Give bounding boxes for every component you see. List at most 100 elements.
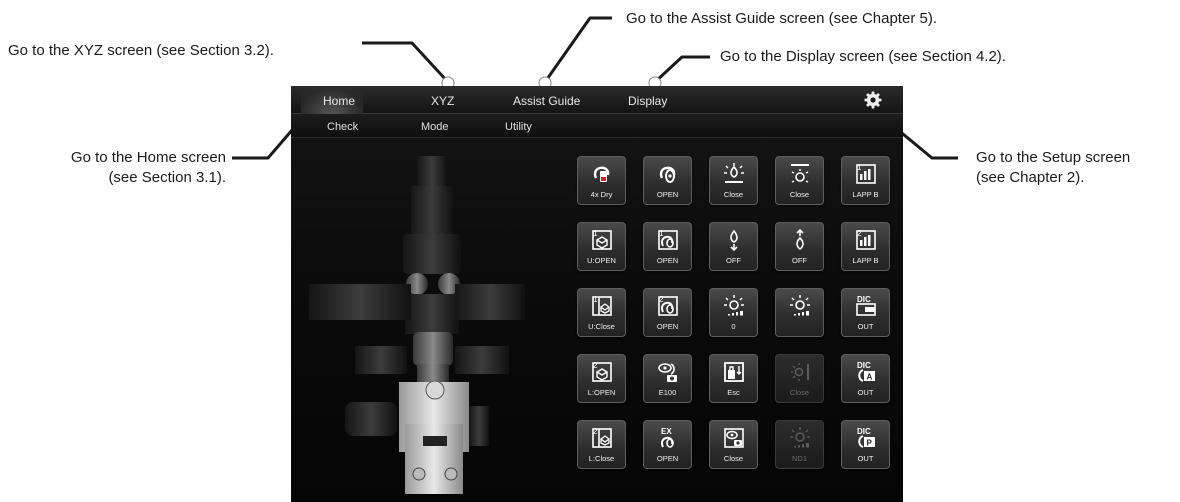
lapp-port-2-icon: 2 <box>856 229 876 250</box>
cube-upper-close-label: U:Close <box>588 322 615 331</box>
focus-down-label: OFF <box>726 256 741 265</box>
camera-port-button[interactable]: E100 <box>643 354 692 403</box>
subtab-mode[interactable]: Mode <box>421 114 449 138</box>
svg-text:DIC: DIC <box>857 295 871 304</box>
epi-shutter-icon <box>791 363 809 381</box>
lamp-shutter-button-1[interactable]: Close <box>709 156 758 205</box>
objective-dry-icon <box>593 166 610 182</box>
shutter-2-icon: 2 <box>658 295 678 316</box>
callout-setup-line2: (see Chapter 2). <box>976 169 1085 186</box>
nd-filter-button-1[interactable]: 0 <box>709 288 758 337</box>
dic-slider-icon: DIC <box>856 295 876 316</box>
lamp-shutter-icon <box>791 164 809 183</box>
camera-port-icon <box>658 363 677 382</box>
svg-text:DIC: DIC <box>857 427 871 436</box>
dic-analyzer-icon: DIC A <box>857 361 875 382</box>
cube-lower-open-button[interactable]: 2 L:OPEN <box>577 354 626 403</box>
cube-lower-close-button[interactable]: 2 L:Close <box>577 420 626 469</box>
objective-button[interactable]: 4x Dry <box>577 156 626 205</box>
cube-lower-close-label: L:Close <box>588 454 615 463</box>
dic-slider-button[interactable]: DIC OUT <box>841 288 890 337</box>
focus-down-icon <box>730 229 738 252</box>
ex-shutter-label: OPEN <box>656 454 679 463</box>
cube-close-2-icon: 2 <box>592 427 612 448</box>
nd-filter-label-1: 0 <box>731 322 736 331</box>
escape-label: Esc <box>727 388 740 397</box>
subtab-check[interactable]: Check <box>327 114 358 138</box>
dic-polarizer-icon: DIC P <box>857 427 875 448</box>
lapp-port-button-1[interactable]: 1 LAPP B <box>841 156 890 205</box>
gear-icon[interactable] <box>863 90 883 110</box>
nd-lamp-button[interactable]: ND1 <box>775 420 824 469</box>
lamp-shutter-label-2: Close <box>789 190 810 199</box>
device-screen: Home XYZ Assist Guide Display Check Mode… <box>291 86 903 502</box>
cube-close-1-icon: 1 <box>592 295 612 316</box>
dic-polarizer-label: OUT <box>857 454 874 463</box>
epi-shutter-label: Close <box>789 388 810 397</box>
cube-1-icon: 1 <box>592 229 612 250</box>
nd-lamp-icon <box>790 427 810 448</box>
lapp-port-label-2: LAPP B <box>852 256 879 265</box>
shutter-1-label: OPEN <box>656 256 679 265</box>
callout-xyz: Go to the XYZ screen (see Section 3.2). <box>8 42 274 59</box>
focus-up-button[interactable]: OFF <box>775 222 824 271</box>
lapp-port-1-icon: 1 <box>856 163 876 184</box>
tab-assist-guide[interactable]: Assist Guide <box>513 86 580 114</box>
shutter-1-button[interactable]: 1 OPEN <box>643 222 692 271</box>
tab-xyz[interactable]: XYZ <box>431 86 454 114</box>
nd-filter-button-2[interactable] <box>775 288 824 337</box>
dic-analyzer-label: OUT <box>857 388 874 397</box>
nd-filter-icon <box>790 295 810 316</box>
epi-shutter-button[interactable]: Close <box>775 354 824 403</box>
nd-filter-icon <box>724 295 744 316</box>
focus-down-button[interactable]: OFF <box>709 222 758 271</box>
shutter-1-icon: 1 <box>658 229 678 250</box>
dic-analyzer-button[interactable]: DIC A OUT <box>841 354 890 403</box>
ex-shutter-button[interactable]: EX OPEN <box>643 420 692 469</box>
tab-home[interactable]: Home <box>301 86 363 114</box>
svg-text:EX: EX <box>661 427 672 436</box>
dic-slider-label: OUT <box>857 322 874 331</box>
callout-display: Go to the Display screen (see Section 4.… <box>720 48 1006 65</box>
svg-text:P: P <box>867 439 873 448</box>
lapp-port-button-2[interactable]: 2 LAPP B <box>841 222 890 271</box>
callout-assist-guide: Go to the Assist Guide screen (see Chapt… <box>626 10 937 27</box>
ex-shutter-icon: EX <box>661 427 674 448</box>
shutter-label: OPEN <box>656 190 679 199</box>
lapp-port-label-1: LAPP B <box>852 190 879 199</box>
escape-icon <box>724 362 744 382</box>
cube-upper-open-button[interactable]: 1 U:OPEN <box>577 222 626 271</box>
callout-setup-line1: Go to the Setup screen <box>976 149 1131 166</box>
dic-polarizer-button[interactable]: DIC P OUT <box>841 420 890 469</box>
callout-home: Go to the Home screen (see Section 3.1). <box>20 148 226 188</box>
shutter-2-label: OPEN <box>656 322 679 331</box>
camera-close-button[interactable]: Close <box>709 420 758 469</box>
microscope-illustration <box>309 156 525 494</box>
objective-label: 4x Dry <box>590 190 613 199</box>
main-tab-bar: Home XYZ Assist Guide Display <box>291 86 903 114</box>
sub-tab-bar: Check Mode Utility <box>291 114 903 138</box>
shutter-button[interactable]: OPEN <box>643 156 692 205</box>
callout-home-line1: Go to the Home screen <box>70 149 226 166</box>
cube-upper-open-label: U:OPEN <box>587 256 616 265</box>
callout-setup: Go to the Setup screen (see Chapter 2). <box>976 148 1130 188</box>
callout-home-line2: (see Section 3.1). <box>108 169 226 186</box>
camera-port-label: E100 <box>658 388 677 397</box>
svg-text:A: A <box>867 373 873 382</box>
shutter-2-button[interactable]: 2 OPEN <box>643 288 692 337</box>
cube-2-icon: 2 <box>592 361 612 382</box>
escape-button[interactable]: Esc <box>709 354 758 403</box>
subtab-utility[interactable]: Utility <box>505 114 532 138</box>
nd-lamp-label: ND1 <box>791 454 807 463</box>
tab-display[interactable]: Display <box>628 86 667 114</box>
cube-upper-close-button[interactable]: 1 U:Close <box>577 288 626 337</box>
camera-close-label: Close <box>723 454 744 463</box>
lamp-shutter-label-1: Close <box>723 190 744 199</box>
focus-up-label: OFF <box>792 256 807 265</box>
svg-text:DIC: DIC <box>857 361 871 370</box>
cube-lower-open-label: L:OPEN <box>587 388 616 397</box>
focus-up-icon <box>796 228 804 251</box>
lamp-shutter-button-2[interactable]: Close <box>775 156 824 205</box>
lamp-shutter-icon <box>724 163 744 183</box>
shutter-icon <box>659 166 676 183</box>
